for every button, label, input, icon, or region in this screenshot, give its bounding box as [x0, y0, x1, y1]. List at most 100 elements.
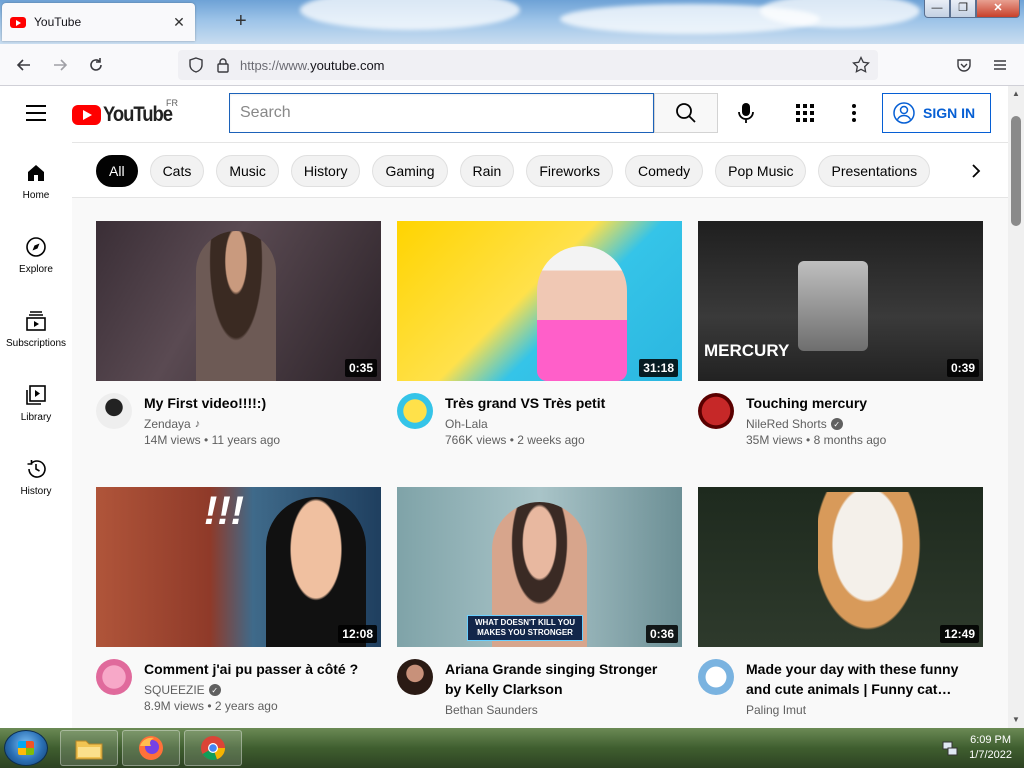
channel-name-row: Zendaya ♪: [144, 417, 280, 431]
video-thumbnail[interactable]: 0:35: [96, 221, 381, 381]
video-duration: 0:36: [645, 625, 678, 643]
thumb-cat: [818, 492, 928, 642]
channel-name-row: NileRed Shorts ✓: [746, 417, 886, 431]
lock-icon[interactable]: [216, 57, 230, 73]
maximize-button[interactable]: ❐: [950, 0, 976, 18]
chip-fireworks[interactable]: Fireworks: [526, 155, 613, 187]
microphone-icon: [738, 103, 754, 123]
channel-avatar[interactable]: [397, 659, 433, 695]
pocket-button[interactable]: [952, 54, 976, 76]
guide-item-explore[interactable]: Explore: [0, 216, 72, 290]
taskbar-chrome[interactable]: [184, 730, 242, 766]
video-thumbnail[interactable]: MERCURY 0:39: [698, 221, 983, 381]
address-bar[interactable]: https://www.youtube.com: [178, 50, 878, 80]
guide-item-subscriptions[interactable]: Subscriptions: [0, 290, 72, 364]
video-feed: 0:35 My First video!!!!:) Zendaya ♪ 14M …: [72, 198, 1008, 728]
tab-title: YouTube: [34, 15, 82, 29]
channel-avatar[interactable]: [698, 659, 734, 695]
video-title[interactable]: Made your day with these funny and cute …: [746, 659, 966, 699]
chip-pop-music[interactable]: Pop Music: [715, 155, 807, 187]
channel-avatar[interactable]: [96, 659, 132, 695]
browser-tab-youtube[interactable]: YouTube ✕: [2, 3, 195, 41]
guide-item-home[interactable]: Home: [0, 142, 72, 216]
channel-avatar[interactable]: [397, 393, 433, 429]
channel-name-row: SQUEEZIE ✓: [144, 683, 358, 697]
channel-name[interactable]: Zendaya: [144, 417, 191, 431]
guide-menu-button[interactable]: [26, 105, 46, 121]
youtube-logo[interactable]: YouTube: [72, 103, 181, 127]
channel-name[interactable]: SQUEEZIE: [144, 683, 205, 697]
chip-comedy[interactable]: Comedy: [624, 155, 704, 187]
video-card[interactable]: 0:35 My First video!!!!:) Zendaya ♪ 14M …: [96, 221, 381, 447]
chip-all[interactable]: All: [96, 155, 138, 187]
channel-name[interactable]: Bethan Saunders: [445, 703, 538, 717]
scroll-down-arrow-icon[interactable]: ▼: [1008, 712, 1024, 728]
channel-name[interactable]: Oh-Lala: [445, 417, 488, 431]
forward-button[interactable]: [48, 54, 72, 76]
search-button[interactable]: [654, 93, 718, 133]
video-title[interactable]: My First video!!!!:): [144, 393, 280, 413]
video-card[interactable]: 31:18 Très grand VS Très petit Oh-Lala 7…: [397, 221, 682, 447]
video-title[interactable]: Comment j'ai pu passer à côté ?: [144, 659, 358, 679]
scroll-up-arrow-icon[interactable]: ▲: [1008, 86, 1024, 102]
video-card[interactable]: !!! 12:08 Comment j'ai pu passer à côté …: [96, 487, 381, 717]
bookmark-star-icon[interactable]: [852, 56, 870, 74]
upload-age: 8 months ago: [813, 433, 887, 447]
taskbar-firefox[interactable]: [122, 730, 180, 766]
video-title[interactable]: Très grand VS Très petit: [445, 393, 605, 413]
video-thumbnail[interactable]: 12:49: [698, 487, 983, 647]
video-title[interactable]: Ariana Grande singing Stronger by Kelly …: [445, 659, 665, 699]
video-thumbnail[interactable]: 31:18: [397, 221, 682, 381]
guide-item-history[interactable]: History: [0, 438, 72, 512]
start-button[interactable]: [4, 730, 48, 766]
shield-icon[interactable]: [188, 57, 204, 73]
app-menu-button[interactable]: [988, 54, 1012, 76]
settings-more-button[interactable]: [849, 103, 859, 128]
youtube-apps-button[interactable]: [795, 103, 815, 128]
reload-button[interactable]: [84, 54, 108, 76]
thumb-caption: WHAT DOESN'T KILL YOU MAKES YOU STRONGER: [467, 615, 583, 641]
network-icon[interactable]: [941, 739, 959, 757]
subscriptions-icon: [26, 311, 46, 331]
history-icon: [27, 460, 46, 478]
channel-avatar[interactable]: [96, 393, 132, 429]
back-button[interactable]: [12, 54, 36, 76]
video-card[interactable]: WHAT DOESN'T KILL YOU MAKES YOU STRONGER…: [397, 487, 682, 717]
minimize-button[interactable]: —: [924, 0, 950, 18]
chip-cats[interactable]: Cats: [149, 155, 205, 187]
video-thumbnail[interactable]: WHAT DOESN'T KILL YOU MAKES YOU STRONGER…: [397, 487, 682, 647]
sky-cloud: [300, 0, 520, 30]
chip-music[interactable]: Music: [216, 155, 279, 187]
channel-name[interactable]: Paling Imut: [746, 703, 806, 717]
chips-next-button[interactable]: [960, 155, 992, 187]
scrollbar-thumb[interactable]: [1011, 116, 1021, 226]
chip-rain[interactable]: Rain: [459, 155, 515, 187]
chip-history[interactable]: History: [290, 155, 361, 187]
voice-search-button[interactable]: [733, 100, 759, 126]
tab-close-icon[interactable]: ✕: [171, 14, 187, 31]
taskbar-clock[interactable]: 6:09 PM 1/7/2022: [969, 733, 1012, 763]
sign-in-button[interactable]: SIGN IN: [882, 93, 991, 133]
arrow-left-icon: [16, 59, 30, 71]
url-prefix: https://www.: [240, 57, 311, 73]
channel-avatar[interactable]: [698, 393, 734, 429]
channel-name[interactable]: NileRed Shorts: [746, 417, 827, 431]
page-scrollbar[interactable]: ▲ ▼: [1008, 86, 1024, 728]
search-input[interactable]: [240, 104, 643, 122]
video-thumbnail[interactable]: !!! 12:08: [96, 487, 381, 647]
guide-label: Subscriptions: [5, 338, 67, 349]
new-tab-button[interactable]: +: [235, 10, 247, 33]
close-window-button[interactable]: ✕: [976, 0, 1020, 18]
video-card[interactable]: MERCURY 0:39 Touching mercury NileRed Sh…: [698, 221, 983, 447]
guide-item-library[interactable]: Library: [0, 364, 72, 438]
window-controls: — ❐ ✕: [924, 0, 1020, 18]
video-stats: 14M views • 11 years ago: [144, 433, 281, 447]
chip-gaming[interactable]: Gaming: [372, 155, 448, 187]
chip-presentations[interactable]: Presentations: [818, 155, 931, 187]
search-box[interactable]: [229, 93, 654, 133]
video-card[interactable]: 12:49 Made your day with these funny and…: [698, 487, 983, 717]
thumb-figure: [537, 246, 627, 381]
taskbar-explorer[interactable]: [60, 730, 118, 766]
video-title[interactable]: Touching mercury: [746, 393, 886, 413]
pocket-icon: [957, 59, 971, 72]
